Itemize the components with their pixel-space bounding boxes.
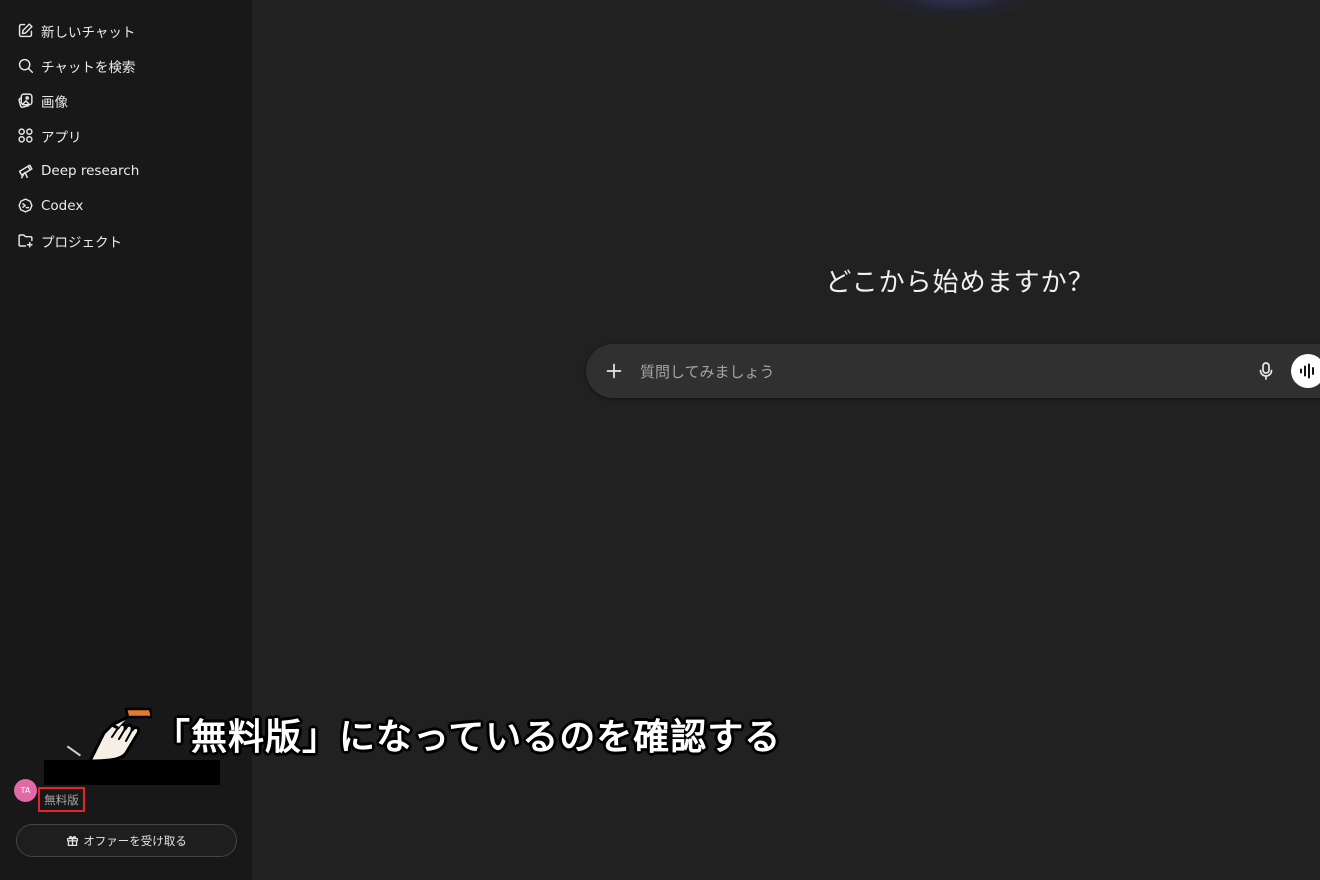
voice-mode-button[interactable] — [1291, 354, 1320, 388]
page-title: どこから始めますか？ — [825, 268, 1095, 298]
search-icon — [16, 57, 34, 75]
sidebar-item-label: Codex — [41, 197, 84, 214]
sidebar-nav: 新しいチャット チャットを検索 画像 アプリ Deep research Cod… — [0, 13, 252, 258]
sidebar-item-new-chat[interactable]: 新しいチャット — [0, 13, 252, 48]
sidebar-item-label: プロジェクト — [41, 234, 122, 251]
sidebar-item-projects[interactable]: プロジェクト — [0, 223, 252, 258]
user-profile[interactable]: TA 無料版 — [14, 745, 239, 820]
add-attachment-button[interactable] — [604, 361, 624, 381]
microphone-icon — [1259, 362, 1273, 380]
redaction-mark — [67, 745, 81, 756]
folder-plus-icon — [16, 232, 34, 250]
prompt-input[interactable] — [638, 354, 1202, 390]
waveform-icon — [1300, 363, 1314, 379]
claim-offer-button[interactable]: オファーを受け取る — [16, 824, 237, 857]
sidebar-item-codex[interactable]: Codex — [0, 188, 252, 223]
sidebar-item-label: チャットを検索 — [41, 59, 136, 76]
sidebar-item-label: 画像 — [41, 94, 68, 111]
sidebar-item-label: Deep research — [41, 162, 140, 179]
claim-offer-label: オファーを受け取る — [83, 833, 187, 848]
chat-composer — [586, 344, 1320, 398]
avatar: TA — [14, 779, 37, 802]
image-icon — [16, 92, 34, 110]
codex-icon — [16, 197, 34, 215]
gift-icon — [67, 836, 79, 847]
apps-icon — [16, 127, 34, 145]
instruction-text: 「無料版」になっているのを確認する — [154, 717, 782, 758]
sidebar-item-apps[interactable]: アプリ — [0, 118, 252, 153]
edit-icon — [16, 22, 34, 40]
background-glow — [870, 0, 1040, 20]
sidebar-item-deep-research[interactable]: Deep research — [0, 153, 252, 188]
instruction-callout: 「無料版」になっているのを確認する — [82, 695, 922, 765]
pointing-hand-icon — [88, 707, 152, 763]
sidebar-item-label: アプリ — [41, 129, 82, 146]
plan-badge: 無料版 — [38, 787, 85, 812]
dictate-button[interactable] — [1257, 361, 1277, 381]
telescope-icon — [16, 162, 34, 180]
plus-icon — [606, 363, 622, 379]
sidebar-item-search-chats[interactable]: チャットを検索 — [0, 48, 252, 83]
sidebar-item-label: 新しいチャット — [41, 24, 136, 41]
sidebar-item-images[interactable]: 画像 — [0, 83, 252, 118]
